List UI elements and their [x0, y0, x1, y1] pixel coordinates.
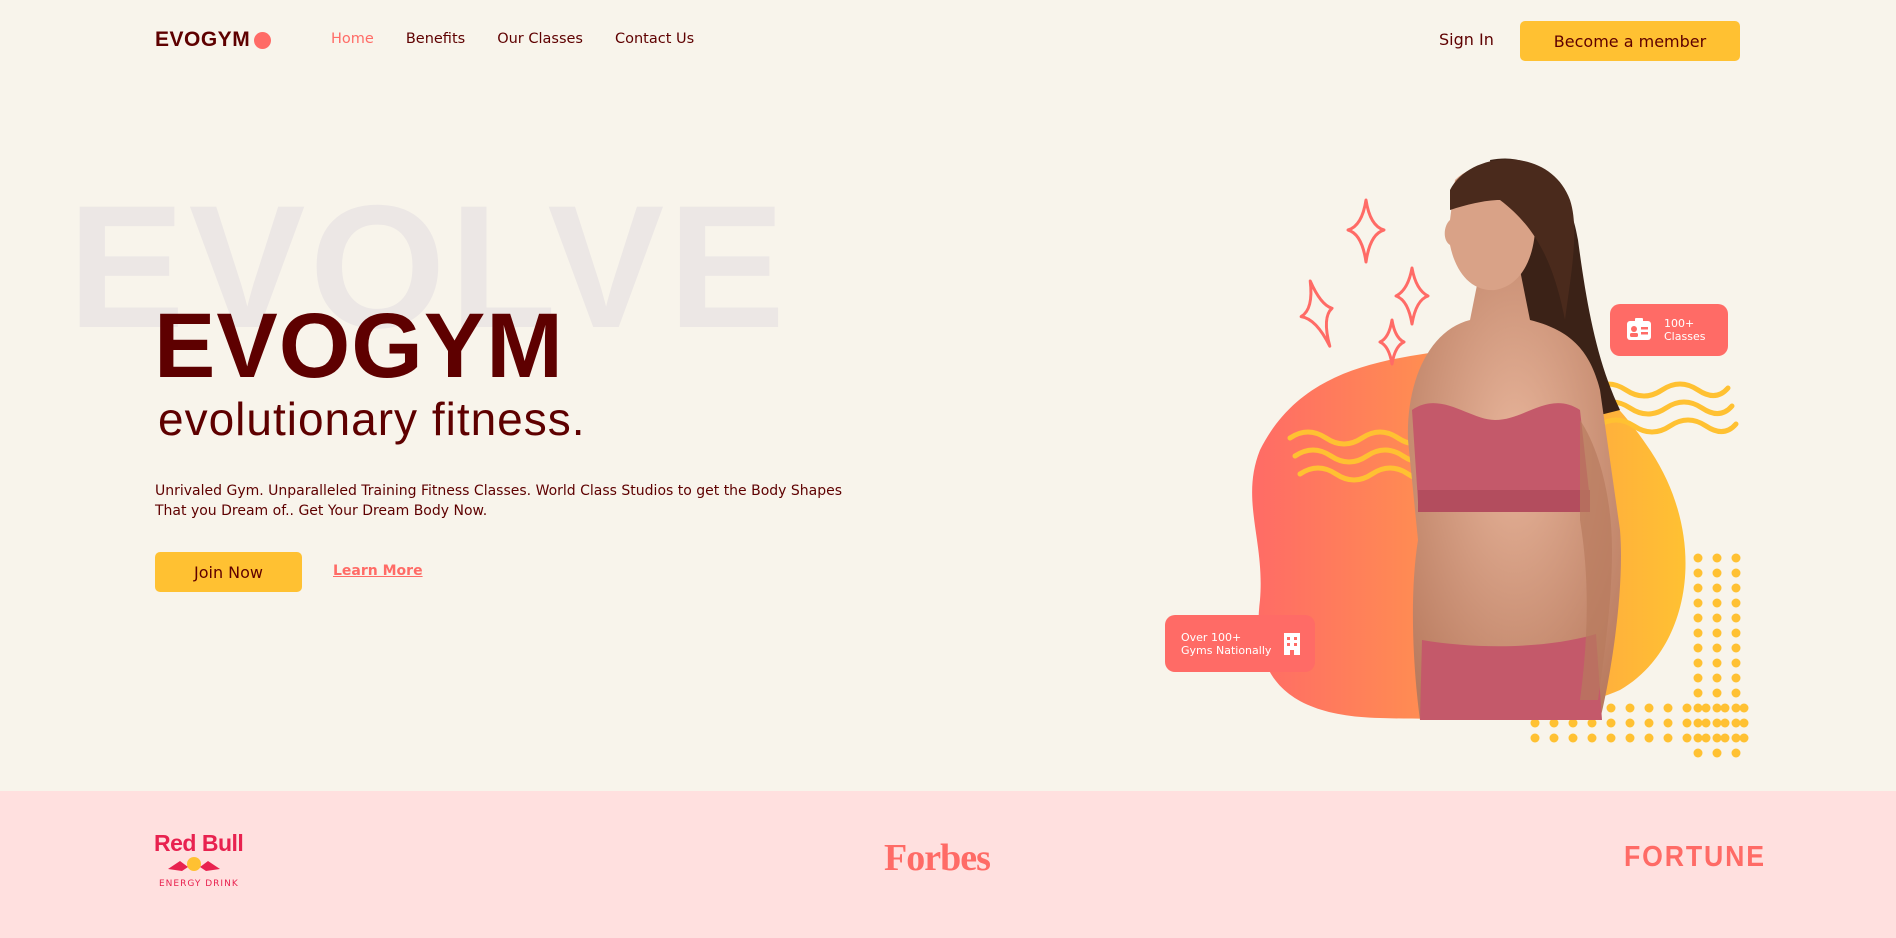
- gyms-badge-text: Over 100+ Gyms Nationally: [1181, 631, 1271, 657]
- redbull-logo: Red Bull ENERGY DRINK: [154, 831, 254, 891]
- logo-text: EVOGYM: [155, 28, 251, 51]
- classes-count: 100+: [1664, 317, 1695, 330]
- nav-link-our-classes[interactable]: Our Classes: [497, 31, 583, 47]
- join-now-button[interactable]: Join Now: [155, 552, 302, 592]
- woman-figure: [1407, 158, 1621, 720]
- classes-badge: 100+ Classes: [1610, 304, 1728, 356]
- hero-description: Unrivaled Gym. Unparalleled Training Fit…: [155, 483, 843, 519]
- building-icon: [1284, 632, 1301, 655]
- redbull-subtitle: ENERGY DRINK: [159, 879, 239, 889]
- nav-links: Home Benefits Our Classes Contact Us: [331, 31, 694, 47]
- logo-dot-icon: [254, 31, 272, 49]
- hero-illustration: [1252, 158, 1749, 758]
- navbar: EVOGYM Home Benefits Our Classes Contact…: [0, 0, 1896, 82]
- fortune-logo: FORTUNE: [1624, 841, 1766, 873]
- hero-subtitle: evolutionary fitness.: [158, 393, 586, 445]
- gyms-badge: Over 100+ Gyms Nationally: [1165, 615, 1315, 672]
- nav-link-benefits[interactable]: Benefits: [406, 31, 465, 47]
- nav-link-home[interactable]: Home: [331, 31, 374, 47]
- become-member-button[interactable]: Become a member: [1520, 21, 1740, 61]
- learn-more-link[interactable]: Learn More: [333, 563, 423, 579]
- logo[interactable]: EVOGYM: [155, 28, 272, 52]
- gyms-count: Over 100+: [1181, 630, 1242, 644]
- sign-in-link[interactable]: Sign In: [1439, 30, 1494, 49]
- sponsors-bar: Red Bull ENERGY DRINK Forbes FORTUNE: [0, 791, 1896, 938]
- gyms-label: Gyms Nationally: [1181, 643, 1272, 657]
- classes-badge-text: 100+ Classes: [1664, 317, 1705, 343]
- redbull-bulls-icon: [168, 857, 220, 871]
- nav-link-contact-us[interactable]: Contact Us: [615, 31, 694, 47]
- redbull-wordmark: Red Bull: [154, 830, 244, 856]
- hero-title: EVOGYM: [154, 295, 564, 397]
- id-card-icon: [1627, 318, 1651, 340]
- sparkle-icons: [1299, 198, 1430, 366]
- classes-label: Classes: [1664, 330, 1706, 343]
- forbes-logo: Forbes: [884, 837, 991, 879]
